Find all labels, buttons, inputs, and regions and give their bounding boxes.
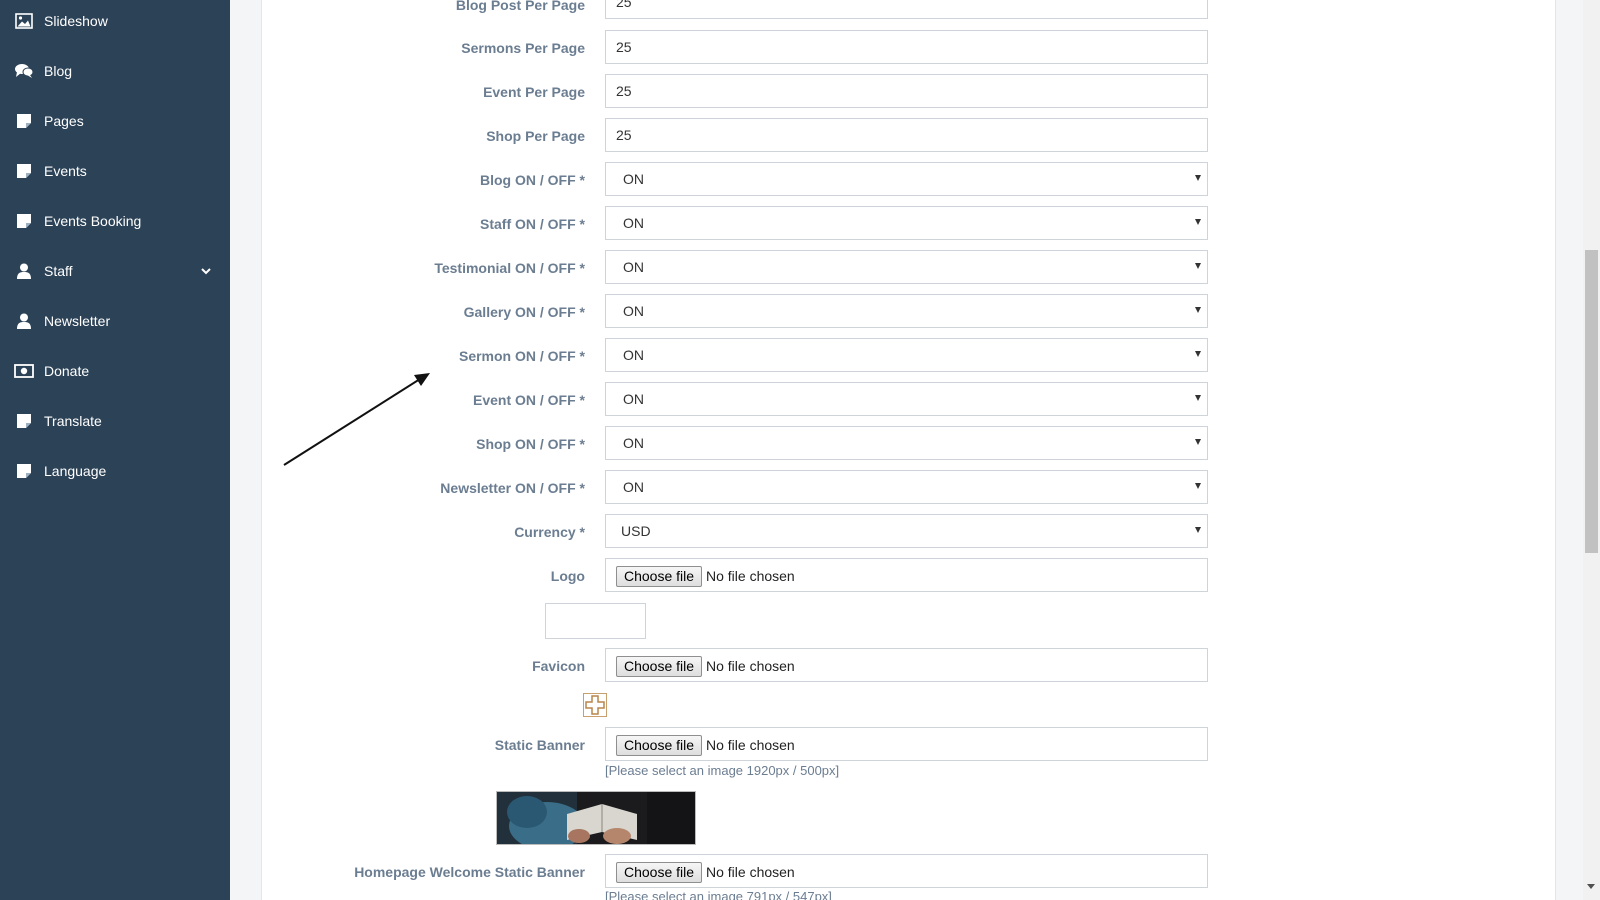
sidebar-item-label: Blog: [44, 63, 73, 79]
sidebar-item-events[interactable]: Events: [0, 151, 230, 191]
blog-onoff-select[interactable]: ON: [605, 162, 1208, 196]
page-icon: [14, 411, 34, 431]
gallery-onoff-label: Gallery ON / OFF *: [463, 304, 585, 320]
static-banner-choose-file-button[interactable]: Choose file: [616, 735, 703, 756]
sidebar-item-pages[interactable]: Pages: [0, 101, 230, 141]
logo-file-input: Choose file No file chosen: [605, 558, 1208, 592]
sidebar-item-label: Donate: [44, 363, 90, 379]
welcome-banner-file-status: No file chosen: [706, 864, 795, 880]
gallery-onoff-select[interactable]: ON: [605, 294, 1208, 328]
favicon-preview: [583, 693, 607, 717]
static-banner-hint: [Please select an image 1920px / 500px]: [605, 763, 840, 778]
shop-onoff-label: Shop ON / OFF *: [476, 436, 585, 452]
welcome-banner-choose-file-button[interactable]: Choose file: [616, 862, 703, 883]
page-icon: [14, 211, 34, 231]
welcome-banner-hint: [Please select an image 791px / 547px]: [605, 889, 832, 900]
shop-onoff-select[interactable]: ON: [605, 426, 1208, 460]
blog-per-page-input[interactable]: 25: [605, 0, 1208, 19]
welcome-banner-label: Homepage Welcome Static Banner: [354, 864, 585, 880]
dropdown-caret-icon: [1195, 439, 1201, 445]
dropdown-caret-icon: [1195, 307, 1201, 313]
sidebar-item-label: Pages: [44, 113, 84, 129]
logo-file-status: No file chosen: [706, 568, 795, 584]
sidebar-item-translate[interactable]: Translate: [0, 401, 230, 441]
favicon-file-status: No file chosen: [706, 658, 795, 674]
blog-per-page-label: Blog Post Per Page: [455, 0, 585, 13]
sermons-per-page-label: Sermons Per Page: [461, 40, 585, 56]
sidebar-item-language[interactable]: Language: [0, 451, 230, 491]
sidebar-item-label: Newsletter: [44, 313, 111, 329]
image-icon: [14, 11, 34, 31]
dropdown-caret-icon: [1195, 175, 1201, 181]
newsletter-onoff-select[interactable]: ON: [605, 470, 1208, 504]
sermon-onoff-label: Sermon ON / OFF *: [458, 348, 585, 364]
event-per-page-input[interactable]: 25: [605, 74, 1208, 108]
event-per-page-label: Event Per Page: [483, 84, 585, 100]
dropdown-caret-icon: [1195, 527, 1201, 533]
page-icon: [14, 161, 34, 181]
testimonial-onoff-select[interactable]: ON: [605, 250, 1208, 284]
event-onoff-select[interactable]: ON: [605, 382, 1208, 416]
dropdown-caret-icon: [1195, 395, 1201, 401]
sidebar-item-events-booking[interactable]: Events Booking: [0, 201, 230, 241]
money-icon: [14, 361, 34, 381]
static-banner-file-status: No file chosen: [706, 737, 795, 753]
page-icon: [14, 461, 34, 481]
welcome-banner-file-input: Choose file No file chosen: [605, 854, 1208, 888]
logo-label: Logo: [550, 568, 585, 584]
favicon-choose-file-button[interactable]: Choose file: [616, 656, 703, 677]
blog-onoff-label: Blog ON / OFF *: [480, 172, 585, 188]
shop-per-page-input[interactable]: 25: [605, 118, 1208, 152]
sidebar-item-label: Slideshow: [44, 13, 108, 29]
event-onoff-label: Event ON / OFF *: [472, 392, 585, 408]
shop-per-page-label: Shop Per Page: [486, 128, 585, 144]
logo-preview: [545, 603, 646, 639]
user-icon: [14, 311, 34, 331]
sermons-per-page-input[interactable]: 25: [605, 30, 1208, 64]
vertical-scrollbar[interactable]: [1583, 0, 1600, 900]
annotation-arrow-icon: [283, 373, 430, 466]
sidebar-item-slideshow[interactable]: Slideshow: [0, 1, 230, 41]
sidebar: Slideshow Blog Pages Events Events Booki…: [0, 0, 230, 900]
logo-choose-file-button[interactable]: Choose file: [616, 566, 703, 587]
comments-icon: [14, 61, 34, 81]
staff-onoff-select[interactable]: ON: [605, 206, 1208, 240]
chevron-down-icon[interactable]: [198, 263, 214, 279]
sermon-onoff-select[interactable]: ON: [605, 338, 1208, 372]
dropdown-caret-icon: [1195, 351, 1201, 357]
currency-select[interactable]: USD: [605, 514, 1208, 548]
sidebar-item-staff[interactable]: Staff: [0, 251, 230, 291]
scroll-down-arrow-icon[interactable]: [1587, 884, 1595, 889]
dropdown-caret-icon: [1195, 263, 1201, 269]
static-banner-file-input: Choose file No file chosen: [605, 727, 1208, 761]
sidebar-item-blog[interactable]: Blog: [0, 51, 230, 91]
sidebar-item-label: Translate: [44, 413, 102, 429]
static-banner-label: Static Banner: [494, 737, 585, 753]
sidebar-item-label: Staff: [44, 263, 73, 279]
newsletter-onoff-label: Newsletter ON / OFF *: [440, 480, 585, 496]
static-banner-preview: [496, 791, 696, 845]
sidebar-item-label: Language: [44, 463, 107, 479]
sidebar-item-newsletter[interactable]: Newsletter: [0, 301, 230, 341]
currency-label: Currency *: [514, 524, 585, 540]
user-icon: [14, 261, 34, 281]
dropdown-caret-icon: [1195, 483, 1201, 489]
testimonial-onoff-label: Testimonial ON / OFF *: [434, 260, 585, 276]
scrollbar-thumb[interactable]: [1585, 250, 1598, 553]
dropdown-caret-icon: [1195, 219, 1201, 225]
sidebar-item-label: Events Booking: [44, 213, 142, 229]
sidebar-item-donate[interactable]: Donate: [0, 351, 230, 391]
favicon-file-input: Choose file No file chosen: [605, 648, 1208, 682]
page-icon: [14, 111, 34, 131]
favicon-label: Favicon: [532, 658, 585, 674]
staff-onoff-label: Staff ON / OFF *: [480, 216, 585, 232]
sidebar-item-label: Events: [44, 163, 87, 179]
